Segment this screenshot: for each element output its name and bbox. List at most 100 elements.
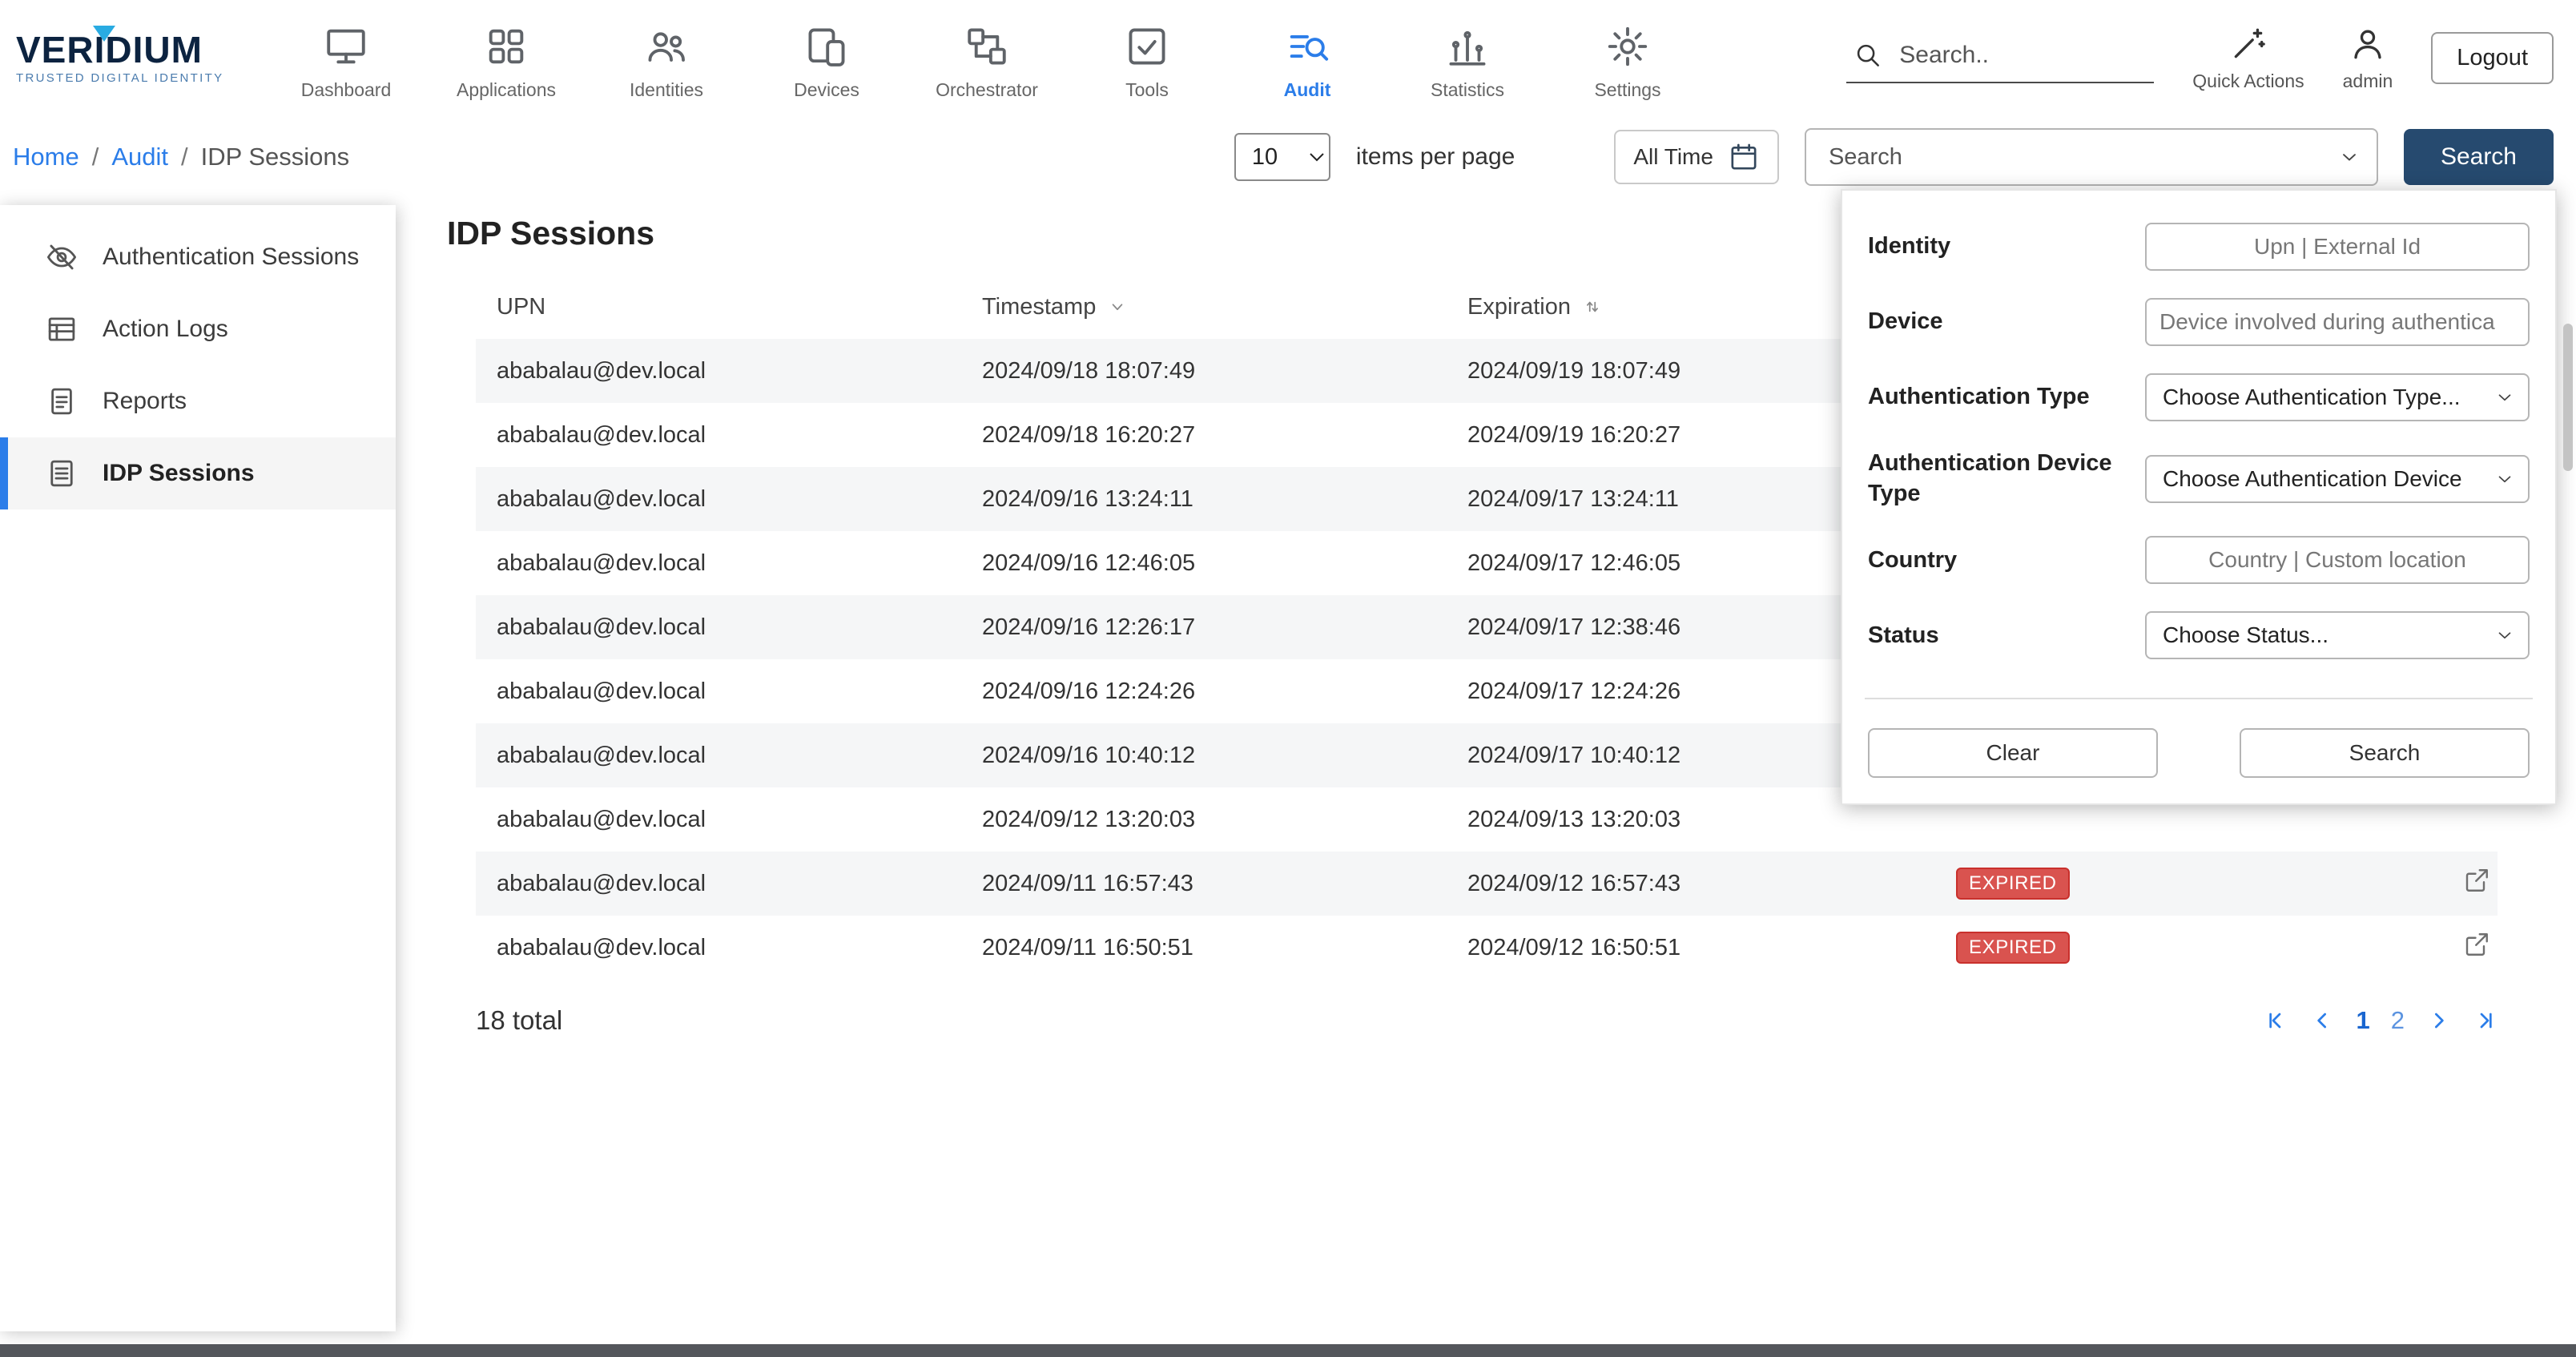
device-filter-input[interactable]	[2145, 298, 2530, 346]
toolbar-search-button[interactable]: Search	[2404, 129, 2554, 185]
page-number-2[interactable]: 2	[2391, 1006, 2405, 1035]
filter-row-authentication-device-type: Authentication Device Type Choose Authen…	[1868, 449, 2530, 509]
applications-icon	[483, 23, 529, 70]
quick-actions-button[interactable]: Quick Actions	[2192, 24, 2304, 92]
sort-descending-icon[interactable]	[1107, 296, 1128, 317]
chevron-down-icon	[2338, 146, 2361, 168]
cell-upn: ababalau@dev.local	[476, 339, 961, 403]
audit-icon	[1284, 23, 1330, 70]
sort-both-icon[interactable]	[1582, 296, 1603, 317]
user-icon	[2348, 24, 2388, 64]
filter-row-status: Status Choose Status...	[1868, 611, 2530, 659]
filter-search-combobox[interactable]: Search	[1805, 128, 2378, 186]
identity-filter-input[interactable]	[2145, 223, 2530, 271]
table-toolbar: 10 items per page All Time Search Search	[1234, 128, 2554, 186]
cell-actions	[2456, 916, 2498, 980]
calendar-icon	[1728, 141, 1760, 173]
vertical-scrollbar-thumb[interactable]	[2563, 324, 2573, 471]
pagination: 1 2	[2264, 1006, 2498, 1035]
topnav-right: Quick Actions admin Logout	[1846, 24, 2554, 92]
filter-row-authentication-type: Authentication Type Choose Authenticatio…	[1868, 373, 2530, 421]
sidebar-item-reports[interactable]: Reports	[0, 365, 396, 437]
page-number-1[interactable]: 1	[2357, 1006, 2370, 1035]
first-page-icon[interactable]	[2264, 1008, 2289, 1033]
subheader: Home / Audit / IDP Sessions 10 items per…	[0, 115, 2576, 199]
nav-item-dashboard[interactable]: Dashboard	[266, 15, 426, 101]
document-icon	[45, 385, 78, 418]
previous-page-icon[interactable]	[2310, 1008, 2336, 1033]
column-header-timestamp[interactable]: Timestamp	[961, 275, 1447, 339]
breadcrumb-home[interactable]: Home	[13, 143, 79, 171]
brand-name: VERIDIUM	[16, 30, 256, 69]
column-label: Expiration	[1467, 294, 1571, 320]
nav-label: Devices	[794, 79, 859, 101]
nav-item-identities[interactable]: Identities	[586, 15, 747, 101]
nav-item-orchestrator[interactable]: Orchestrator	[907, 15, 1067, 101]
brand-tagline: TRUSTED DIGITAL IDENTITY	[16, 71, 256, 85]
user-menu[interactable]: admin	[2343, 24, 2393, 92]
authentication-device-type-select[interactable]: Choose Authentication Device	[2145, 455, 2530, 503]
nav-item-applications[interactable]: Applications	[426, 15, 586, 101]
nav-label: Dashboard	[301, 79, 392, 101]
nav-label: Tools	[1125, 79, 1169, 101]
table-row[interactable]: ababalau@dev.local 2024/09/11 16:57:43 2…	[476, 852, 2498, 916]
cell-timestamp: 2024/09/16 12:46:05	[961, 531, 1447, 595]
breadcrumb-separator: /	[181, 143, 188, 171]
horizontal-scrollbar[interactable]	[0, 1344, 2576, 1357]
sidebar-item-label: Reports	[103, 388, 187, 415]
statistics-icon	[1444, 23, 1491, 70]
table-row[interactable]: ababalau@dev.local 2024/09/11 16:50:51 2…	[476, 916, 2498, 980]
last-page-icon[interactable]	[2472, 1008, 2498, 1033]
filter-label-status: Status	[1868, 621, 2132, 651]
eye-off-icon	[45, 240, 78, 274]
dashboard-icon	[323, 23, 369, 70]
nav-item-audit[interactable]: Audit	[1227, 15, 1387, 101]
table-list-icon	[45, 312, 78, 346]
sidebar-item-action-logs[interactable]: Action Logs	[0, 293, 396, 365]
filter-clear-button[interactable]: Clear	[1868, 728, 2158, 778]
magic-wand-icon	[2228, 24, 2268, 64]
total-count-label: 18 total	[476, 1005, 562, 1036]
cell-upn: ababalau@dev.local	[476, 403, 961, 467]
open-session-button[interactable]	[2462, 866, 2491, 895]
country-filter-input[interactable]	[2145, 536, 2530, 584]
nav-item-statistics[interactable]: Statistics	[1387, 15, 1548, 101]
settings-gear-icon	[1604, 23, 1651, 70]
cell-upn: ababalau@dev.local	[476, 916, 961, 980]
breadcrumb-audit[interactable]: Audit	[111, 143, 168, 171]
open-session-button[interactable]	[2462, 930, 2491, 959]
logo-triangle-icon	[93, 26, 115, 42]
nav-item-settings[interactable]: Settings	[1548, 15, 1708, 101]
sidebar-item-authentication-sessions[interactable]: Authentication Sessions	[0, 221, 396, 293]
filter-panel-actions: Clear Search	[1868, 728, 2530, 778]
cell-upn: ababalau@dev.local	[476, 595, 961, 659]
time-filter-label: All Time	[1633, 144, 1713, 170]
cell-upn: ababalau@dev.local	[476, 659, 961, 723]
cell-expiration: 2024/09/12 16:50:51	[1447, 916, 1935, 980]
select-value: Choose Status...	[2163, 622, 2328, 648]
column-header-upn[interactable]: UPN	[476, 275, 961, 339]
breadcrumb-separator: /	[92, 143, 99, 171]
global-search-input[interactable]	[1899, 42, 2131, 69]
sidebar-item-idp-sessions[interactable]: IDP Sessions	[0, 437, 396, 509]
filter-search-button[interactable]: Search	[2240, 728, 2530, 778]
logout-button[interactable]: Logout	[2431, 32, 2554, 84]
cell-upn: ababalau@dev.local	[476, 852, 961, 916]
cell-upn: ababalau@dev.local	[476, 787, 961, 852]
next-page-icon[interactable]	[2425, 1008, 2451, 1033]
nav-label: Audit	[1284, 79, 1331, 101]
status-select[interactable]: Choose Status...	[2145, 611, 2530, 659]
document-list-icon	[45, 457, 78, 490]
veridium-logo[interactable]: VERIDIUM TRUSTED DIGITAL IDENTITY	[16, 30, 256, 84]
cell-timestamp: 2024/09/11 16:57:43	[961, 852, 1447, 916]
main-nav: Dashboard Applications Identities Device…	[266, 15, 1708, 101]
items-per-page-select[interactable]: 10	[1234, 133, 1330, 181]
quick-actions-label: Quick Actions	[2192, 70, 2304, 92]
nav-item-devices[interactable]: Devices	[747, 15, 907, 101]
authentication-type-select[interactable]: Choose Authentication Type...	[2145, 373, 2530, 421]
nav-item-tools[interactable]: Tools	[1067, 15, 1227, 101]
cell-actions	[2456, 852, 2498, 916]
column-label: Timestamp	[982, 294, 1096, 320]
time-filter-button[interactable]: All Time	[1614, 130, 1779, 184]
cell-timestamp: 2024/09/18 16:20:27	[961, 403, 1447, 467]
